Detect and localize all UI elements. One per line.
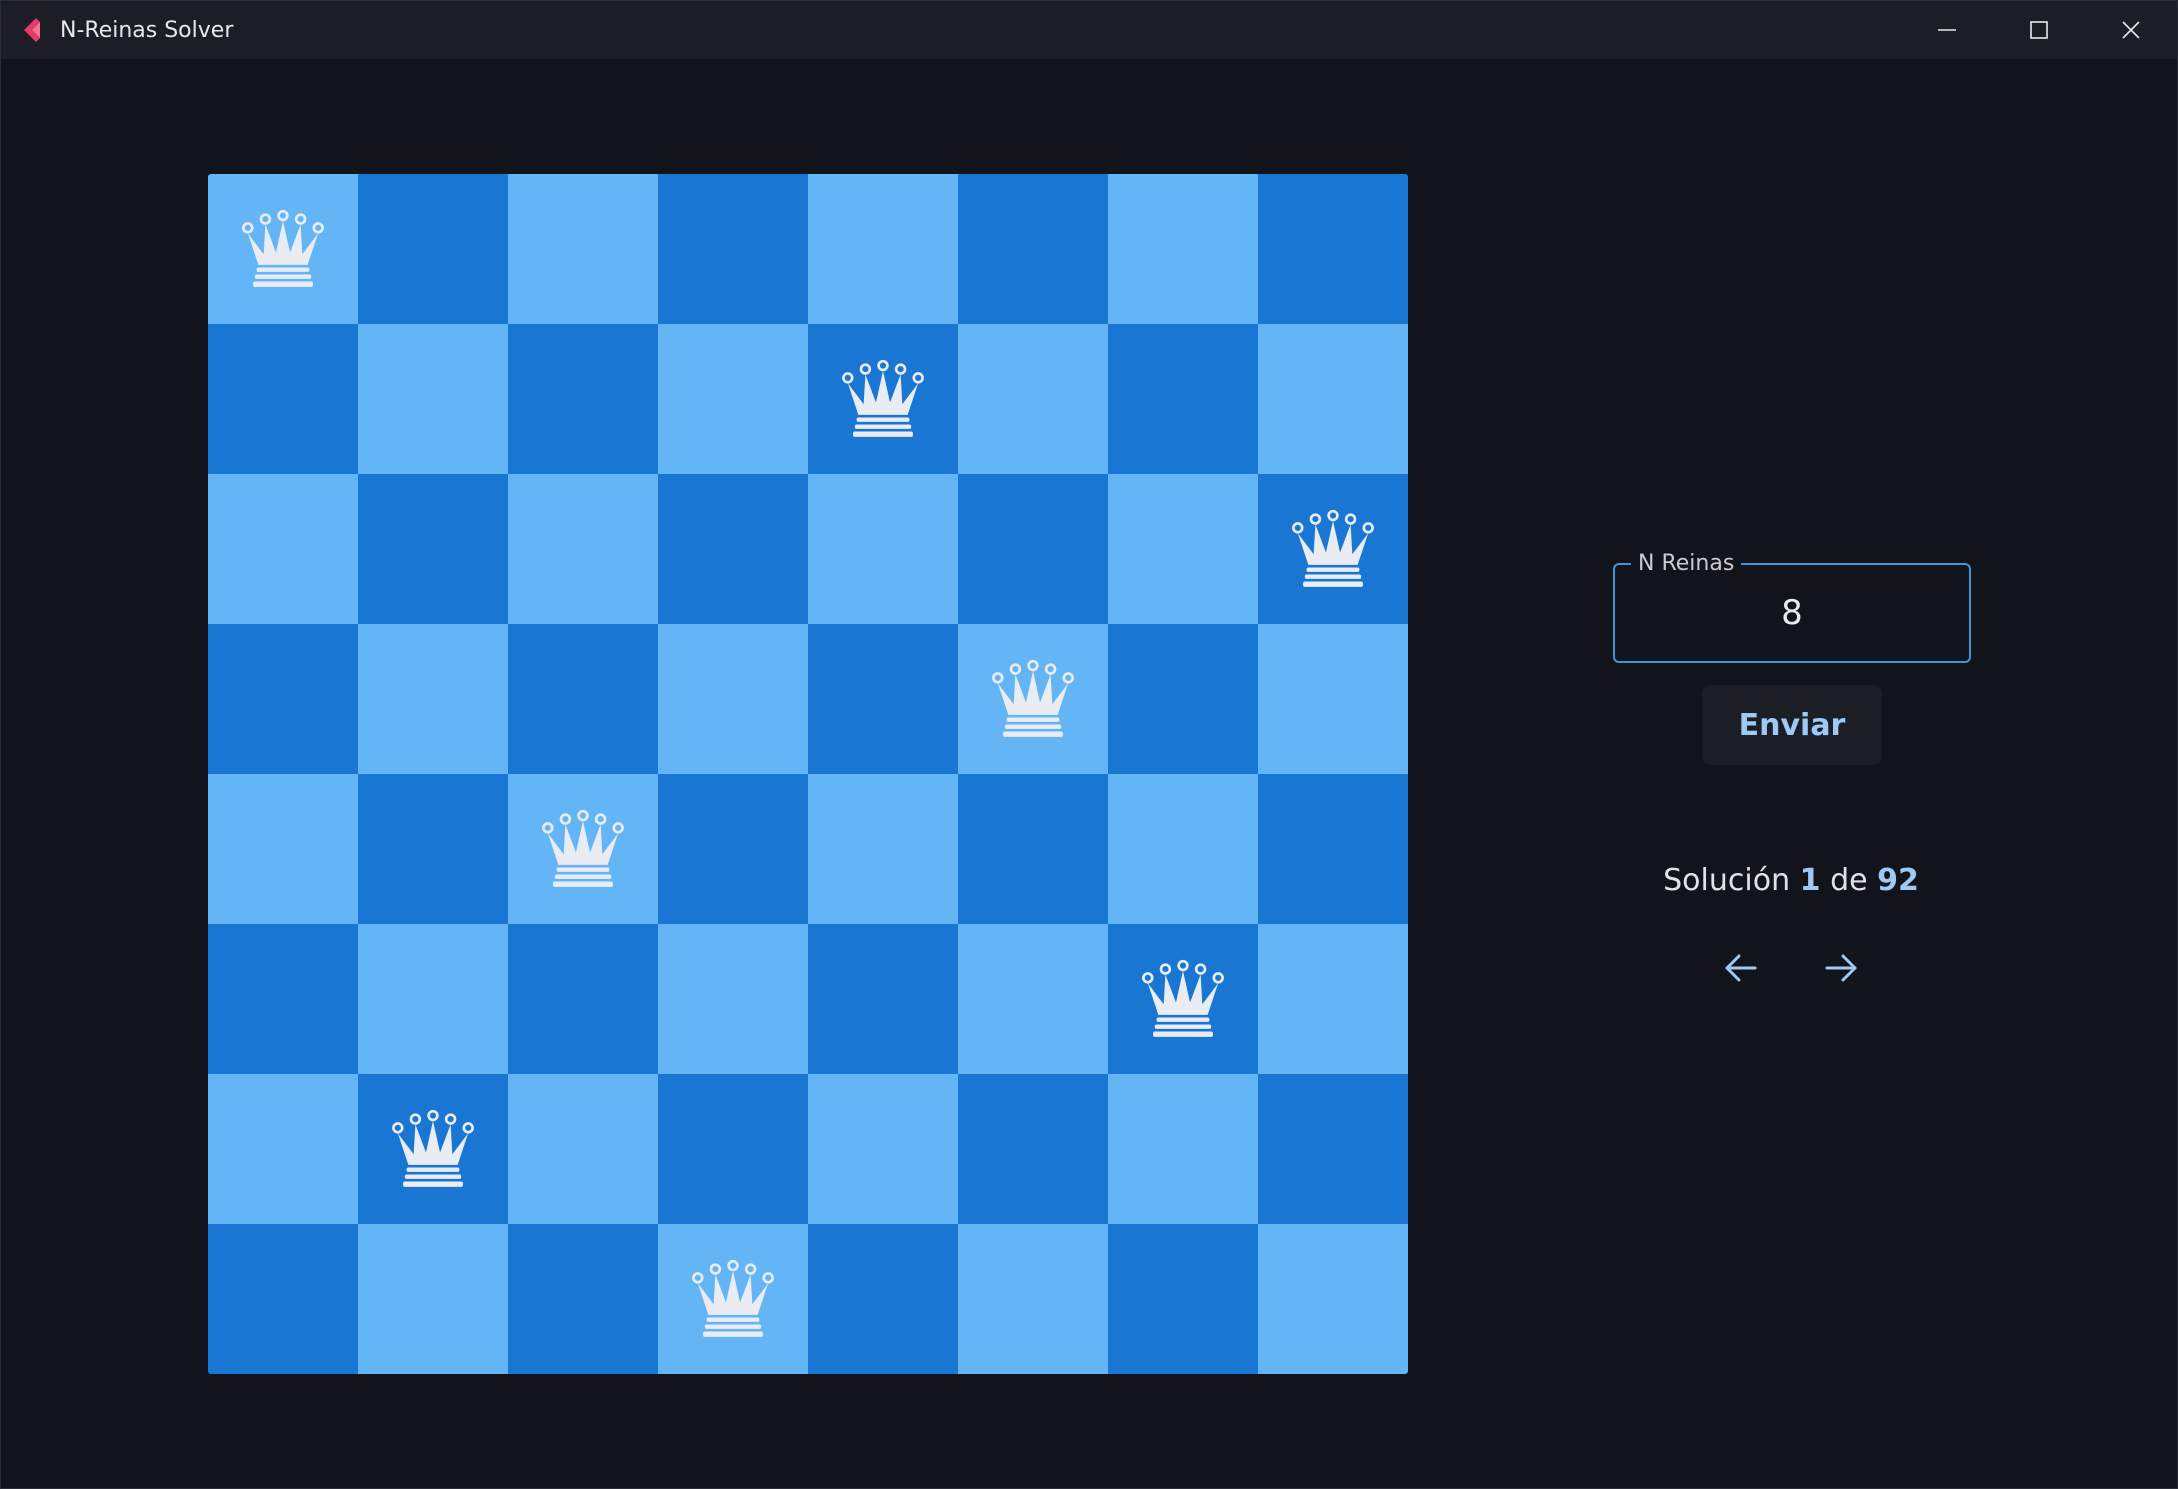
board-cell (358, 1224, 508, 1374)
board-cell (958, 1224, 1108, 1374)
n-queens-field[interactable]: N Reinas 8 (1613, 551, 1971, 663)
board-cell (808, 1074, 958, 1224)
board-cell (358, 1074, 508, 1224)
board-cell (208, 1074, 358, 1224)
board-cell (808, 174, 958, 324)
solution-total: 92 (1877, 863, 1919, 898)
queen-icon (1292, 509, 1374, 587)
queen-icon (392, 1109, 474, 1187)
board-cell (808, 474, 958, 624)
board-cell (1258, 774, 1408, 924)
board-cell (958, 1074, 1108, 1224)
board-cell (1258, 924, 1408, 1074)
arrow-left-icon (1725, 954, 1757, 982)
board-cell (958, 174, 1108, 324)
board-cell (808, 1224, 958, 1374)
board-cell (208, 474, 358, 624)
queen-icon (242, 209, 324, 287)
board-cell (1108, 324, 1258, 474)
board-cell (508, 1074, 658, 1224)
queen-icon (542, 809, 624, 887)
board-cell (1108, 624, 1258, 774)
board-cell (1258, 324, 1408, 474)
previous-solution-button[interactable] (1712, 939, 1770, 997)
board-cell (1108, 774, 1258, 924)
board-cell (508, 624, 658, 774)
board-cell (508, 324, 658, 474)
queen-icon (992, 659, 1074, 737)
board-cell (358, 774, 508, 924)
board-cell (508, 924, 658, 1074)
maximize-icon (2030, 21, 2048, 39)
board-cell (508, 774, 658, 924)
board-cell (1108, 1224, 1258, 1374)
board-cell (208, 324, 358, 474)
board-cell (1258, 174, 1408, 324)
chess-board (208, 174, 1408, 1374)
board-cell (658, 474, 808, 624)
solution-navigation (1581, 939, 2001, 997)
app-logo-icon (18, 14, 50, 46)
board-cell (358, 624, 508, 774)
board-cell (208, 924, 358, 1074)
board-cell (658, 774, 808, 924)
board-cell (958, 624, 1108, 774)
board-cell (658, 1074, 808, 1224)
board-cell (508, 474, 658, 624)
board-cell (1108, 1074, 1258, 1224)
solution-prefix: Solución (1663, 863, 1791, 898)
board-cell (208, 1224, 358, 1374)
board-cell (808, 774, 958, 924)
board-cell (208, 174, 358, 324)
board-cell (358, 474, 508, 624)
board-cell (658, 1224, 808, 1374)
board-cell (508, 1224, 658, 1374)
close-button[interactable] (2085, 1, 2177, 59)
board-cell (658, 924, 808, 1074)
next-solution-button[interactable] (1812, 939, 1870, 997)
board-cell (508, 174, 658, 324)
board-cell (958, 924, 1108, 1074)
board-cell (958, 774, 1108, 924)
board-cell (1258, 1224, 1408, 1374)
minimize-icon (1938, 29, 1956, 31)
board-cell (1258, 1074, 1408, 1224)
send-button[interactable]: Enviar (1702, 685, 1882, 765)
queen-icon (842, 359, 924, 437)
window-title: N-Reinas Solver (60, 17, 234, 43)
board-cell (958, 324, 1108, 474)
close-icon (2122, 21, 2140, 39)
app-window: N-Reinas Solver N Reinas 8 Enviar Soluci… (0, 0, 2178, 1489)
title-bar[interactable]: N-Reinas Solver (1, 1, 2177, 59)
solution-counter: Solución 1 de 92 (1581, 863, 2001, 898)
board-cell (1258, 474, 1408, 624)
board-cell (1108, 924, 1258, 1074)
window-controls (1901, 1, 2177, 59)
board-cell (1108, 474, 1258, 624)
board-cell (958, 474, 1108, 624)
n-queens-input[interactable]: 8 (1615, 565, 1969, 661)
board-cell (1108, 174, 1258, 324)
board-cell (658, 324, 808, 474)
solution-current: 1 (1799, 863, 1821, 898)
arrow-right-icon (1825, 954, 1857, 982)
board-cell (358, 324, 508, 474)
board-cell (208, 774, 358, 924)
board-cell (808, 924, 958, 1074)
board-cell (358, 924, 508, 1074)
board-cell (808, 324, 958, 474)
solution-separator: de (1830, 863, 1868, 898)
board-cell (208, 624, 358, 774)
minimize-button[interactable] (1901, 1, 1993, 59)
board-cell (808, 624, 958, 774)
queen-icon (692, 1259, 774, 1337)
board-cell (358, 174, 508, 324)
board-cell (658, 174, 808, 324)
maximize-button[interactable] (1993, 1, 2085, 59)
board-cell (658, 624, 808, 774)
queen-icon (1142, 959, 1224, 1037)
board-cell (1258, 624, 1408, 774)
